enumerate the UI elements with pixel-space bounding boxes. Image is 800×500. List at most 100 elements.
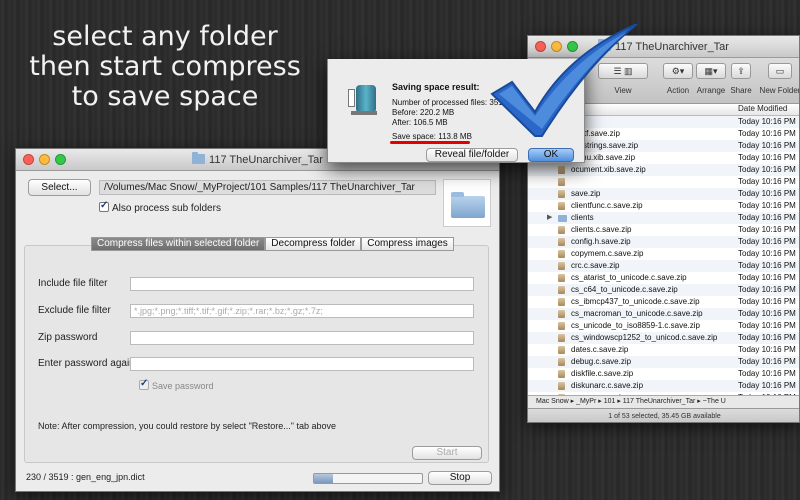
options-panel: Include file filter Exclude file filter … [24,245,489,463]
zip-password-input[interactable] [130,331,474,345]
tab-compress-images[interactable]: Compress images [361,237,454,251]
file-date: Today 10:16 PM [738,201,796,210]
zip-file-icon [558,202,565,210]
close-icon[interactable] [23,154,34,165]
disclosure-triangle-icon[interactable]: ▶ [547,212,552,224]
file-date: Today 10:16 PM [738,225,796,234]
progress-bar [313,473,423,484]
zip-file-icon [558,250,565,258]
file-name: cs_atarist_to_unicode.c.save.zip [571,273,687,282]
file-row[interactable]: ▶ clients Today 10:16 PM [528,212,799,224]
file-row[interactable]: save.zip Today 10:16 PM [528,188,799,200]
file-row[interactable]: cs_ibmcp437_to_unicode.c.save.zip Today 1… [528,296,799,308]
file-date: Today 10:16 PM [738,297,796,306]
file-date: Today 10:16 PM [738,345,796,354]
file-row[interactable]: diskfile.c.save.zip Today 10:16 PM [528,368,799,380]
file-row[interactable]: copymem.c.save.zip Today 10:16 PM [528,248,799,260]
toolbar-share-label: Share [730,86,752,95]
save-password-option[interactable]: Save password [139,378,214,391]
headline-line-3: to save space [71,81,259,112]
zip-file-icon [558,322,565,330]
file-date: Today 10:16 PM [738,129,796,138]
include-filter-input[interactable] [130,277,474,291]
file-date: Today 10:16 PM [738,273,796,282]
file-row[interactable]: ocument.xib.save.zip Today 10:16 PM [528,164,799,176]
path-bar[interactable]: Mac Snow ▸ _MyPr ▸ 101 ▸ 117 TheUnarchiv… [528,395,799,408]
size-after: After: 106.5 MB [392,118,448,127]
tab-decompress[interactable]: Decompress folder [265,237,362,251]
zip-file-icon [558,226,565,234]
file-row[interactable]: cs_windowscp1252_to_unicod.c.save.zip Tod… [528,332,799,344]
zip-file-icon [558,310,565,318]
headline-line-2: then start compress [29,51,301,82]
tab-compress[interactable]: Compress files within selected folder [91,237,266,251]
file-row[interactable]: clientfunc.c.save.zip Today 10:16 PM [528,200,799,212]
file-name: cs_ibmcp437_to_unicode.c.save.zip [571,297,700,306]
file-row[interactable]: cs_c64_to_unicode.c.save.zip Today 10:16 … [528,284,799,296]
file-date: Today 10:16 PM [738,357,796,366]
file-date: Today 10:16 PM [738,333,796,342]
select-folder-button[interactable]: Select... [28,179,91,196]
file-date: Today 10:16 PM [738,249,796,258]
folder-path-field[interactable]: /Volumes/Mac Snow/_MyProject/101 Samples… [99,180,436,195]
zip-file-icon [558,262,565,270]
folder-icon [192,152,206,164]
highlight-underline [390,141,470,144]
file-row[interactable]: cs_macroman_to_unicode.c.save.zip Today 1… [528,308,799,320]
file-row[interactable]: cs_unicode_to_iso8859-1.c.save.zip Today … [528,320,799,332]
zip-password-label: Zip password [38,332,98,343]
zip-file-icon [558,190,565,198]
exclude-filter-input[interactable]: *.jpg;*.png;*.tiff;*.tif;*.gif;*.zip;*.r… [130,304,474,318]
dialog-title: Saving space result: [392,82,480,92]
zip-file-icon [558,370,565,378]
file-date: Today 10:16 PM [738,321,796,330]
progress-fill [314,474,334,483]
stop-button[interactable]: Stop [428,471,492,485]
share-icon[interactable]: ⇪ [731,63,751,79]
file-date: Today 10:16 PM [738,285,796,294]
toolbar-new-folder-label: New Folder [759,86,800,95]
new-folder-icon[interactable]: ▭ [768,63,792,79]
save-password-checkbox[interactable] [139,378,149,390]
password-again-label: Enter password again [38,358,135,369]
file-row[interactable]: debug.c.save.zip Today 10:16 PM [528,356,799,368]
file-row[interactable]: config.h.save.zip Today 10:16 PM [528,236,799,248]
file-name: config.h.save.zip [571,237,631,246]
subfolders-option[interactable]: Also process sub folders [99,200,221,214]
zip-file-icon [558,166,565,174]
zip-file-icon [558,274,565,282]
zoom-icon[interactable] [55,154,66,165]
file-name: save.zip [571,189,601,198]
include-filter-label: Include file filter [38,278,108,289]
checkmark-icon [490,24,638,137]
action-gear-icon[interactable]: ⚙▾ [663,63,693,79]
file-row[interactable]: crc.c.save.zip Today 10:16 PM [528,260,799,272]
password-again-input[interactable] [130,357,474,371]
subfolders-label: Also process sub folders [112,203,221,214]
file-row[interactable]: dates.c.save.zip Today 10:16 PM [528,344,799,356]
file-date: Today 10:16 PM [738,189,796,198]
file-name: clientfunc.c.save.zip [571,201,643,210]
date-modified-header[interactable]: Date Modified [738,104,787,113]
main-window: 117 TheUnarchiver_Tar Select... /Volumes… [15,148,500,492]
file-date: Today 10:16 PM [738,261,796,270]
progress-status: 230 / 3519 : gen_eng_jpn.dict [26,472,145,482]
start-button[interactable]: Start [412,446,482,460]
file-name: cs_unicode_to_iso8859-1.c.save.zip [571,321,700,330]
zip-file-icon [558,382,565,390]
file-row[interactable]: clients.c.save.zip Today 10:16 PM [528,224,799,236]
exclude-filter-label: Exclude file filter [38,305,111,316]
minimize-icon[interactable] [39,154,50,165]
file-name: clients [571,213,594,222]
file-row[interactable]: cs_atarist_to_unicode.c.save.zip Today 10… [528,272,799,284]
zip-file-icon [558,286,565,294]
ok-button[interactable]: OK [528,148,574,162]
subfolders-checkbox[interactable] [99,200,109,212]
file-row[interactable]: diskunarc.c.save.zip Today 10:16 PM [528,380,799,392]
reveal-button[interactable]: Reveal file/folder [426,148,518,162]
file-name: crc.c.save.zip [571,261,620,270]
file-row[interactable]: Today 10:16 PM [528,176,799,188]
large-folder-icon [451,192,485,218]
arrange-icon[interactable]: ▦▾ [696,63,726,79]
file-date: Today 10:16 PM [738,369,796,378]
